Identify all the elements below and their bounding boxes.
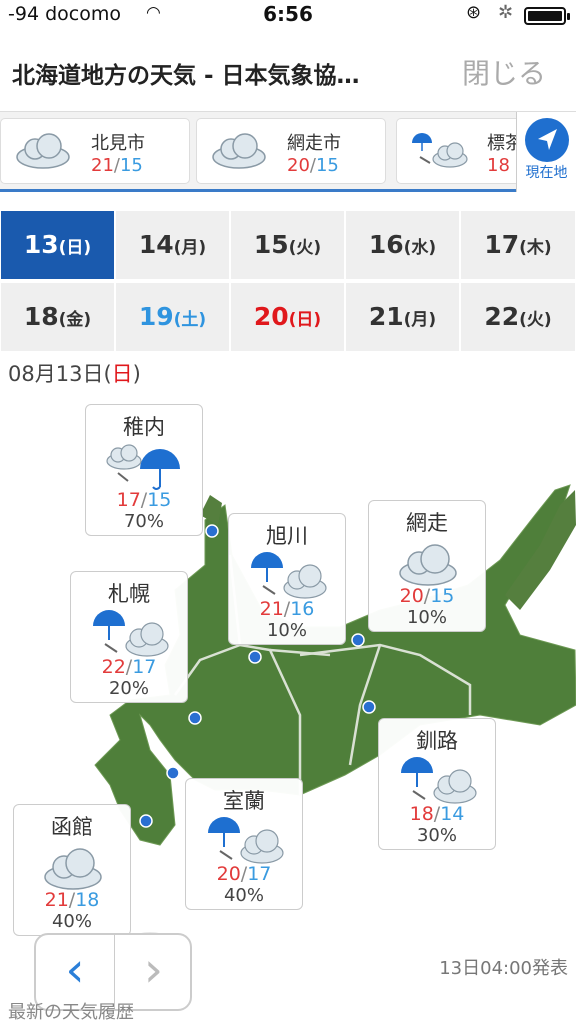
- status-bar: -94 docomo ◠ 6:56 ⊛ ✲: [0, 0, 576, 30]
- region-name: 稚内: [123, 415, 165, 439]
- rain-probability: 40%: [51, 911, 92, 932]
- date-tab[interactable]: 16(水): [345, 210, 460, 280]
- region-temps: 22/17: [101, 656, 157, 678]
- cloud-icon: [212, 133, 266, 169]
- region-name: 函館: [51, 815, 93, 839]
- city-temps: 20/15: [287, 155, 339, 176]
- rain-then-cloud-icon: [93, 610, 169, 657]
- rain-then-cloud-icon: [401, 757, 477, 804]
- region-card-hakodate[interactable]: 函館 21/18 40%: [13, 804, 131, 936]
- rain-probability: 10%: [406, 607, 447, 628]
- city-temps: 18: [487, 155, 510, 176]
- region-temps: 20/17: [216, 863, 272, 885]
- rain-probability: 20%: [108, 678, 149, 699]
- current-location-button[interactable]: 現在地: [516, 112, 576, 192]
- rain-probability: 30%: [416, 825, 457, 846]
- date-tab[interactable]: 17(木): [460, 210, 576, 280]
- selected-date-label: 08月13日(日): [8, 362, 141, 386]
- region-card-muroran[interactable]: 室蘭 20/17 40%: [185, 778, 303, 910]
- date-tab[interactable]: 22(火): [460, 282, 576, 352]
- region-name: 網走: [406, 511, 448, 535]
- battery-icon: [524, 7, 570, 25]
- region-temps: 18/14: [409, 803, 465, 825]
- region-card-sapporo[interactable]: 札幌 22/17 20%: [70, 571, 188, 703]
- location-arrow-icon: [525, 118, 569, 162]
- region-card-asahikawa[interactable]: 旭川 21/16 10%: [228, 513, 346, 645]
- region-name: 旭川: [266, 524, 308, 548]
- region-card-abashiri[interactable]: 網走 20/15 10%: [368, 500, 486, 632]
- city-card-abashiri[interactable]: 網走市 20/15: [196, 118, 386, 184]
- cloud-icon: [399, 544, 457, 586]
- region-temps: 20/15: [399, 585, 455, 607]
- rain-probability: 40%: [223, 885, 264, 906]
- cloud-then-rain-icon: [106, 444, 180, 490]
- region-temps: 21/18: [44, 889, 100, 911]
- rain-then-cloud-icon: [412, 133, 468, 168]
- page-title: 北海道地方の天気 - 日本気象協…: [12, 63, 360, 89]
- city-name: 北見市: [91, 133, 145, 154]
- date-tab[interactable]: 15(火): [230, 210, 345, 280]
- region-temps: 17/15: [116, 489, 172, 511]
- registered-cities: 北見市 21/15 網走市 20/15 標茶 18: [0, 112, 576, 192]
- date-tab[interactable]: 21(月): [345, 282, 460, 352]
- page-header: 北海道地方の天気 - 日本気象協… 閉じる: [0, 30, 576, 112]
- close-button[interactable]: 閉じる: [462, 52, 546, 92]
- date-tab[interactable]: 18(金): [0, 282, 115, 352]
- weather-history-link[interactable]: 最新の天気履歴: [8, 998, 134, 1024]
- rain-then-cloud-icon: [208, 817, 284, 864]
- rotation-lock-icon: ⊛: [466, 2, 482, 23]
- date-tab[interactable]: 13(日): [0, 210, 115, 280]
- hokkaido-map: 稚内 17/15 70% 旭川 21/16 10% 網走 20/15 10% 札…: [0, 395, 576, 995]
- region-card-wakkanai[interactable]: 稚内 17/15 70%: [85, 404, 203, 536]
- region-card-kushiro[interactable]: 釧路 18/14 30%: [378, 718, 496, 850]
- region-temps: 21/16: [259, 598, 315, 620]
- rain-probability: 10%: [266, 620, 307, 641]
- date-tab[interactable]: 14(月): [115, 210, 230, 280]
- region-name: 釧路: [416, 729, 458, 753]
- rain-then-cloud-icon: [251, 552, 327, 599]
- issued-time: 13日04:00発表: [439, 958, 568, 979]
- clock: 6:56: [263, 2, 313, 26]
- region-name: 室蘭: [223, 789, 265, 813]
- cloud-icon: [44, 848, 102, 890]
- current-location-label: 現在地: [525, 165, 568, 181]
- city-temps: 21/15: [91, 155, 143, 176]
- date-tab[interactable]: 19(土): [115, 282, 230, 352]
- city-card-kitami[interactable]: 北見市 21/15: [0, 118, 190, 184]
- date-tab[interactable]: 20(日): [230, 282, 345, 352]
- bluetooth-icon: ✲: [498, 2, 514, 23]
- region-name: 札幌: [108, 582, 150, 606]
- date-selector: 13(日) 14(月) 15(火) 16(水) 17(木) 18(金) 19(土…: [0, 210, 576, 352]
- city-name: 網走市: [287, 133, 341, 154]
- rain-probability: 70%: [123, 511, 164, 532]
- cloud-icon: [16, 133, 70, 169]
